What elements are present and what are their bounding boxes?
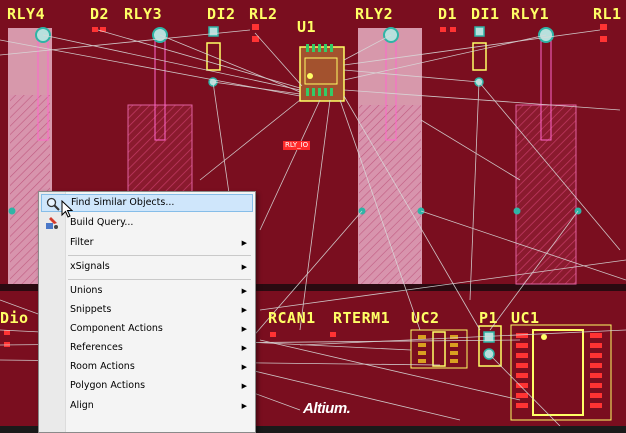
designator-rly4: RLY4	[7, 5, 46, 23]
submenu-arrow-icon: ▶	[241, 402, 247, 410]
menu-item-label: Unions	[70, 285, 103, 296]
menu-item-label: Snippets	[70, 304, 112, 315]
designator-rl2: RL2	[249, 5, 278, 23]
designator-rterm1: RTERM1	[333, 309, 391, 327]
designator-u1: U1	[297, 18, 317, 36]
designator-di1: DI1	[471, 5, 500, 23]
menu-item-label: Room Actions	[70, 361, 135, 372]
designator-d2: D2	[90, 5, 110, 23]
designator-rly2: RLY2	[355, 5, 394, 23]
submenu-arrow-icon: ▶	[241, 325, 247, 333]
designator-rcan1: RCAN1	[268, 309, 316, 327]
menu-item-references[interactable]: References ▶	[41, 339, 253, 357]
designator-uc2: UC2	[411, 309, 440, 327]
designator-di2: DI2	[207, 5, 236, 23]
u1-chip	[299, 44, 345, 102]
menu-item-label: Filter	[70, 237, 94, 248]
designator-rly3: RLY3	[124, 5, 163, 23]
query-icon	[45, 216, 59, 230]
menu-separator	[68, 279, 251, 280]
menu-item-filter[interactable]: Filter ▶	[41, 234, 253, 252]
search-icon	[46, 197, 60, 211]
submenu-arrow-icon: ▶	[241, 287, 247, 295]
menu-item-label: xSignals	[70, 261, 110, 272]
menu-item-label: Align	[70, 400, 94, 411]
menu-item-label: Find Similar Objects...	[71, 197, 175, 208]
designator-p1: P1	[479, 309, 499, 327]
designator-rl1: RL1	[593, 5, 622, 23]
submenu-arrow-icon: ▶	[241, 239, 247, 247]
menu-item-align[interactable]: Align ▶	[41, 397, 253, 415]
designator-dio: Dio	[0, 309, 29, 327]
designator-d1: D1	[438, 5, 458, 23]
mouse-cursor-icon	[61, 200, 73, 218]
submenu-arrow-icon: ▶	[241, 382, 247, 390]
menu-item-unions[interactable]: Unions ▶	[41, 282, 253, 300]
submenu-arrow-icon: ▶	[241, 344, 247, 352]
menu-item-polygon-actions[interactable]: Polygon Actions ▶	[41, 377, 253, 395]
submenu-arrow-icon: ▶	[241, 363, 247, 371]
context-menu: Find Similar Objects... Build Query... F…	[38, 191, 256, 433]
menu-item-snippets[interactable]: Snippets ▶	[41, 301, 253, 319]
designator-uc1: UC1	[511, 309, 540, 327]
altium-logo: Altium.	[303, 400, 351, 417]
menu-item-label: Polygon Actions	[70, 380, 146, 391]
menu-item-xsignals[interactable]: xSignals ▶	[41, 258, 253, 276]
menu-item-label: Build Query...	[70, 217, 134, 228]
menu-item-component-actions[interactable]: Component Actions ▶	[41, 320, 253, 338]
net-label: RLY_IO	[283, 141, 311, 150]
submenu-arrow-icon: ▶	[241, 306, 247, 314]
menu-item-room-actions[interactable]: Room Actions ▶	[41, 358, 253, 376]
menu-item-label: Component Actions	[70, 323, 163, 334]
submenu-arrow-icon: ▶	[241, 263, 247, 271]
menu-item-label: References	[70, 342, 123, 353]
designator-rly1: RLY1	[511, 5, 550, 23]
menu-separator	[68, 255, 251, 256]
